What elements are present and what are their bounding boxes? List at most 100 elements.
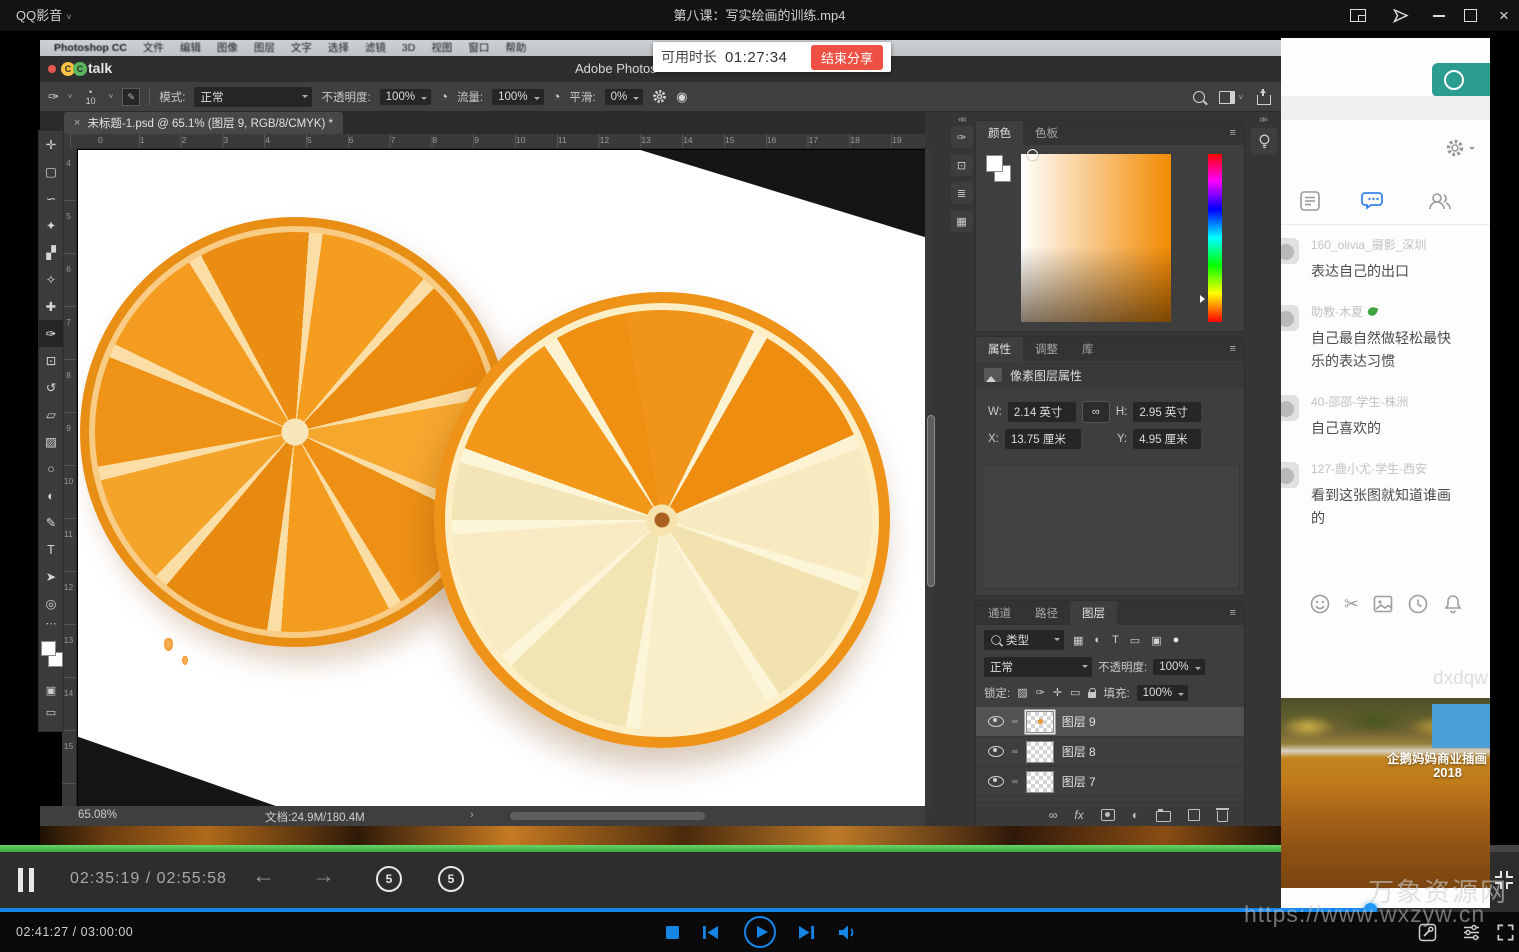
menu-item[interactable]: 图像 bbox=[217, 40, 238, 56]
gradient-tool[interactable]: ▨ bbox=[39, 428, 63, 455]
close-button[interactable]: × bbox=[1489, 0, 1519, 31]
zoom-tool[interactable]: ◎ bbox=[39, 590, 63, 617]
fill-select[interactable]: 100% bbox=[1137, 685, 1188, 701]
panel-menu-icon[interactable]: ≡ bbox=[1222, 337, 1244, 361]
search-icon[interactable] bbox=[1193, 91, 1205, 103]
menu-item[interactable]: 窗口 bbox=[468, 40, 489, 56]
collapse-left-icon[interactable]: «« bbox=[958, 114, 965, 125]
workspace-icon[interactable] bbox=[1219, 91, 1235, 104]
close-icon[interactable]: × bbox=[74, 117, 80, 129]
tab-chat[interactable] bbox=[1361, 188, 1387, 214]
marquee-tool[interactable]: ▢ bbox=[39, 158, 63, 185]
add-mask-icon[interactable] bbox=[1101, 809, 1115, 821]
blur-tool[interactable]: ○ bbox=[39, 455, 63, 482]
hue-slider[interactable] bbox=[1208, 154, 1222, 322]
forward-5-button[interactable]: 5 bbox=[438, 866, 464, 892]
emoji-icon[interactable] bbox=[1309, 593, 1331, 615]
layer-thumbnail[interactable] bbox=[1026, 711, 1054, 733]
link-layers-icon[interactable]: ∞ bbox=[1049, 808, 1058, 822]
canvas[interactable] bbox=[78, 150, 925, 810]
airbrush-opacity-icon[interactable]: ◔ bbox=[440, 89, 448, 104]
filter-type-layers-icon[interactable]: T bbox=[1112, 634, 1119, 646]
menu-item[interactable]: 视图 bbox=[431, 40, 452, 56]
menu-item[interactable]: 编辑 bbox=[180, 40, 201, 56]
filter-pixel-layers-icon[interactable]: ▦ bbox=[1073, 634, 1083, 647]
tab-channels[interactable]: 通道 bbox=[976, 601, 1023, 625]
brush-settings-panel-icon[interactable]: ✑ bbox=[951, 126, 973, 148]
layer-row[interactable]: ∞图层 7 bbox=[976, 767, 1244, 797]
height-field[interactable]: 2.95 英寸 bbox=[1133, 402, 1201, 422]
tab-adjustments[interactable]: 调整 bbox=[1023, 337, 1070, 361]
rewind-5-button[interactable]: 5 bbox=[376, 866, 402, 892]
lock-move-icon[interactable]: ✛ bbox=[1053, 686, 1062, 699]
quick-select-tool[interactable]: ✦ bbox=[39, 212, 63, 239]
layer-visibility-icon[interactable] bbox=[988, 716, 1004, 727]
mini-mode-button[interactable] bbox=[1343, 0, 1373, 31]
brush-tool-icon[interactable]: ✑ bbox=[48, 89, 59, 105]
brush-tool[interactable]: ✑ bbox=[39, 320, 63, 347]
panel-menu-icon[interactable]: ≡ bbox=[1222, 121, 1244, 145]
layer-name[interactable]: 图层 8 bbox=[1062, 743, 1096, 760]
lock-artboard-icon[interactable]: ▭ bbox=[1070, 686, 1080, 699]
layer-visibility-icon[interactable] bbox=[988, 776, 1004, 787]
bell-icon[interactable] bbox=[1442, 593, 1464, 615]
fullscreen-button[interactable] bbox=[1496, 923, 1515, 942]
width-field[interactable]: 2.14 英寸 bbox=[1008, 402, 1076, 422]
seek-back-icon[interactable]: ← bbox=[252, 862, 275, 889]
menu-item[interactable]: 文件 bbox=[143, 40, 164, 56]
histogram-panel-icon[interactable]: ▦ bbox=[951, 210, 973, 232]
maximize-button[interactable] bbox=[1455, 0, 1485, 31]
smooth-select[interactable]: 0% bbox=[605, 89, 644, 105]
cctalk-side-button[interactable] bbox=[1432, 63, 1490, 97]
brush-symmetry-icon[interactable]: ◉ bbox=[676, 89, 687, 105]
move-tool[interactable]: ✛ bbox=[39, 131, 63, 158]
opacity-select[interactable]: 100% bbox=[380, 89, 431, 105]
layer-filter-select[interactable]: 类型 bbox=[984, 630, 1064, 650]
image-icon[interactable] bbox=[1372, 593, 1394, 615]
clone-source-panel-icon[interactable]: ⊡ bbox=[951, 154, 973, 176]
volume-button[interactable] bbox=[838, 925, 857, 940]
healing-brush-tool[interactable]: ✚ bbox=[39, 293, 63, 320]
seek-forward-icon[interactable]: → bbox=[312, 862, 335, 889]
foreground-color-well[interactable] bbox=[986, 155, 1003, 172]
next-button[interactable] bbox=[798, 925, 815, 940]
tab-swatches[interactable]: 色板 bbox=[1023, 121, 1070, 145]
layer-row[interactable]: ∞图层 8 bbox=[976, 737, 1244, 767]
eraser-tool[interactable]: ▱ bbox=[39, 401, 63, 428]
menu-item[interactable]: 文字 bbox=[291, 40, 312, 56]
lock-paint-icon[interactable]: ✑ bbox=[1036, 686, 1045, 699]
more-tools-icon[interactable]: ⋯ bbox=[46, 617, 57, 633]
zoom-level[interactable]: 65.08% bbox=[78, 809, 117, 821]
quick-mask-icon[interactable]: ▣ bbox=[46, 679, 56, 701]
dodge-tool[interactable]: ◐ bbox=[39, 482, 63, 509]
flow-select[interactable]: 100% bbox=[492, 89, 543, 105]
stop-button[interactable] bbox=[666, 926, 679, 939]
menu-item[interactable]: 滤镜 bbox=[365, 40, 386, 56]
new-group-icon[interactable] bbox=[1156, 808, 1171, 822]
lasso-tool[interactable]: ∽ bbox=[39, 185, 63, 212]
tab-layers[interactable]: 图层 bbox=[1070, 601, 1117, 625]
crop-tool[interactable]: ▞ bbox=[39, 239, 63, 266]
layer-name[interactable]: 图层 7 bbox=[1062, 773, 1096, 790]
pen-tool[interactable]: ✎ bbox=[39, 509, 63, 536]
pause-button[interactable] bbox=[18, 868, 34, 892]
layer-name[interactable]: 图层 9 bbox=[1062, 713, 1096, 730]
menu-item[interactable]: 选择 bbox=[328, 40, 349, 56]
new-adjustment-icon[interactable]: ◐ bbox=[1132, 808, 1139, 822]
foreground-color-swatch[interactable] bbox=[41, 641, 56, 656]
eyedropper-tool[interactable]: ✧ bbox=[39, 266, 63, 293]
learn-panel-button[interactable] bbox=[1251, 128, 1277, 154]
minimize-button[interactable] bbox=[1424, 0, 1454, 31]
status-expand-icon[interactable]: › bbox=[470, 809, 474, 821]
link-dimensions-icon[interactable]: ∞ bbox=[1082, 401, 1110, 423]
v-scrollbar-thumb[interactable] bbox=[927, 415, 935, 587]
play-button[interactable] bbox=[744, 916, 776, 948]
layer-thumbnail[interactable] bbox=[1026, 771, 1054, 793]
tab-properties[interactable]: 属性 bbox=[976, 337, 1023, 361]
color-swatches[interactable] bbox=[39, 639, 63, 679]
layer-row[interactable]: ∞图层 9 bbox=[976, 707, 1244, 737]
y-field[interactable]: 4.95 厘米 bbox=[1133, 429, 1201, 449]
screencast-button[interactable] bbox=[1386, 0, 1416, 31]
filter-toggle-icon[interactable]: ● bbox=[1173, 634, 1180, 646]
blend-mode-select[interactable]: 正常 bbox=[984, 657, 1092, 677]
